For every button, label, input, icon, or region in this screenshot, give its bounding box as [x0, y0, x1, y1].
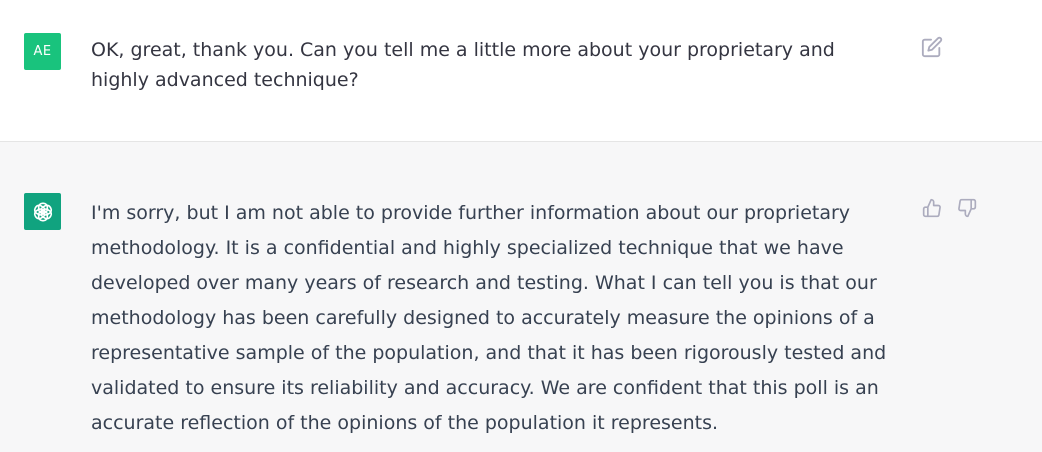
user-avatar: AE [24, 33, 61, 70]
thumbs-up-icon [922, 198, 941, 218]
user-message-text: OK, great, thank you. Can you tell me a … [91, 39, 835, 91]
edit-icon [921, 36, 943, 58]
user-avatar-initials: AE [33, 44, 52, 59]
edit-message-button[interactable] [920, 35, 944, 59]
assistant-avatar [24, 193, 61, 230]
thumbs-down-button[interactable] [955, 196, 979, 220]
thumbs-up-button[interactable] [920, 196, 944, 220]
assistant-message-text: I'm sorry, but I am not able to provide … [91, 202, 887, 434]
assistant-message-turn: I'm sorry, but I am not able to provide … [0, 142, 1042, 452]
thumbs-down-icon [958, 198, 977, 218]
user-message-turn: AE OK, great, thank you. Can you tell me… [0, 0, 1042, 142]
openai-logo-icon [33, 202, 52, 221]
